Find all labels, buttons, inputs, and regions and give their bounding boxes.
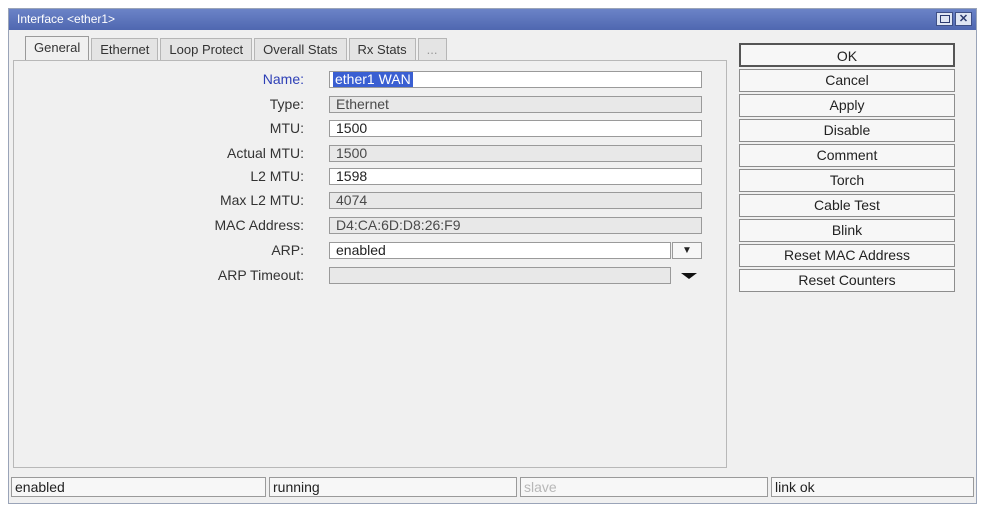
type-field: Ethernet xyxy=(329,96,702,113)
status-bar: enabled running slave link ok xyxy=(11,477,974,497)
action-buttons: OK Cancel Apply Disable Comment Torch Ca… xyxy=(739,43,955,294)
mac-address-label: MAC Address: xyxy=(214,217,304,233)
disable-button[interactable]: Disable xyxy=(739,119,955,142)
torch-button[interactable]: Torch xyxy=(739,169,955,192)
apply-button[interactable]: Apply xyxy=(739,94,955,117)
window-controls: ✕ xyxy=(936,12,972,26)
general-panel: Name: ether1 WAN Type: Ethernet MTU: 150… xyxy=(13,60,727,468)
l2-mtu-label: L2 MTU: xyxy=(250,168,304,184)
tab-general[interactable]: General xyxy=(25,36,90,60)
comment-button[interactable]: Comment xyxy=(739,144,955,167)
tab-overall-stats[interactable]: Overall Stats xyxy=(254,38,347,60)
title-bar[interactable]: Interface <ether1> ✕ xyxy=(9,9,976,30)
cancel-button[interactable]: Cancel xyxy=(739,69,955,92)
actual-mtu-field: 1500 xyxy=(329,145,702,162)
mtu-label: MTU: xyxy=(269,120,304,136)
reset-counters-button[interactable]: Reset Counters xyxy=(739,269,955,292)
window-title: Interface <ether1> xyxy=(17,12,116,26)
status-running: running xyxy=(269,477,517,497)
arp-select[interactable]: enabled xyxy=(329,242,671,259)
ok-button[interactable]: OK xyxy=(739,43,955,67)
arp-timeout-field[interactable] xyxy=(329,267,671,284)
tab-bar: General Ethernet Loop Protect Overall St… xyxy=(25,36,449,60)
cable-test-button[interactable]: Cable Test xyxy=(739,194,955,217)
max-l2-mtu-field: 4074 xyxy=(329,192,702,209)
close-icon[interactable]: ✕ xyxy=(955,12,972,26)
reset-mac-address-button[interactable]: Reset MAC Address xyxy=(739,244,955,267)
tab-more[interactable]: ... xyxy=(417,38,447,60)
name-label: Name: xyxy=(262,71,304,87)
status-link: link ok xyxy=(771,477,974,497)
actual-mtu-label: Actual MTU: xyxy=(226,145,304,161)
expand-arrow-icon[interactable] xyxy=(681,273,697,279)
status-enabled: enabled xyxy=(11,477,266,497)
chevron-down-icon: ▼ xyxy=(682,245,692,256)
interface-window: Interface <ether1> ✕ General Ethernet Lo… xyxy=(8,8,977,504)
type-label: Type: xyxy=(269,96,304,112)
arp-label: ARP: xyxy=(271,242,304,258)
tab-loop-protect[interactable]: Loop Protect xyxy=(160,38,253,60)
maximize-icon[interactable] xyxy=(936,12,953,26)
name-value: ether1 WAN xyxy=(333,71,413,87)
mac-address-field: D4:CA:6D:D8:26:F9 xyxy=(329,217,702,234)
arp-timeout-label: ARP Timeout: xyxy=(217,267,304,283)
tab-rx-stats[interactable]: Rx Stats xyxy=(348,38,416,60)
tab-ethernet[interactable]: Ethernet xyxy=(91,38,159,60)
max-l2-mtu-label: Max L2 MTU: xyxy=(219,192,304,208)
name-input[interactable]: ether1 WAN xyxy=(329,71,702,88)
l2-mtu-input[interactable]: 1598 xyxy=(329,168,702,185)
status-slave: slave xyxy=(520,477,768,497)
mtu-input[interactable]: 1500 xyxy=(329,120,702,137)
arp-dropdown-button[interactable]: ▼ xyxy=(672,242,702,259)
blink-button[interactable]: Blink xyxy=(739,219,955,242)
